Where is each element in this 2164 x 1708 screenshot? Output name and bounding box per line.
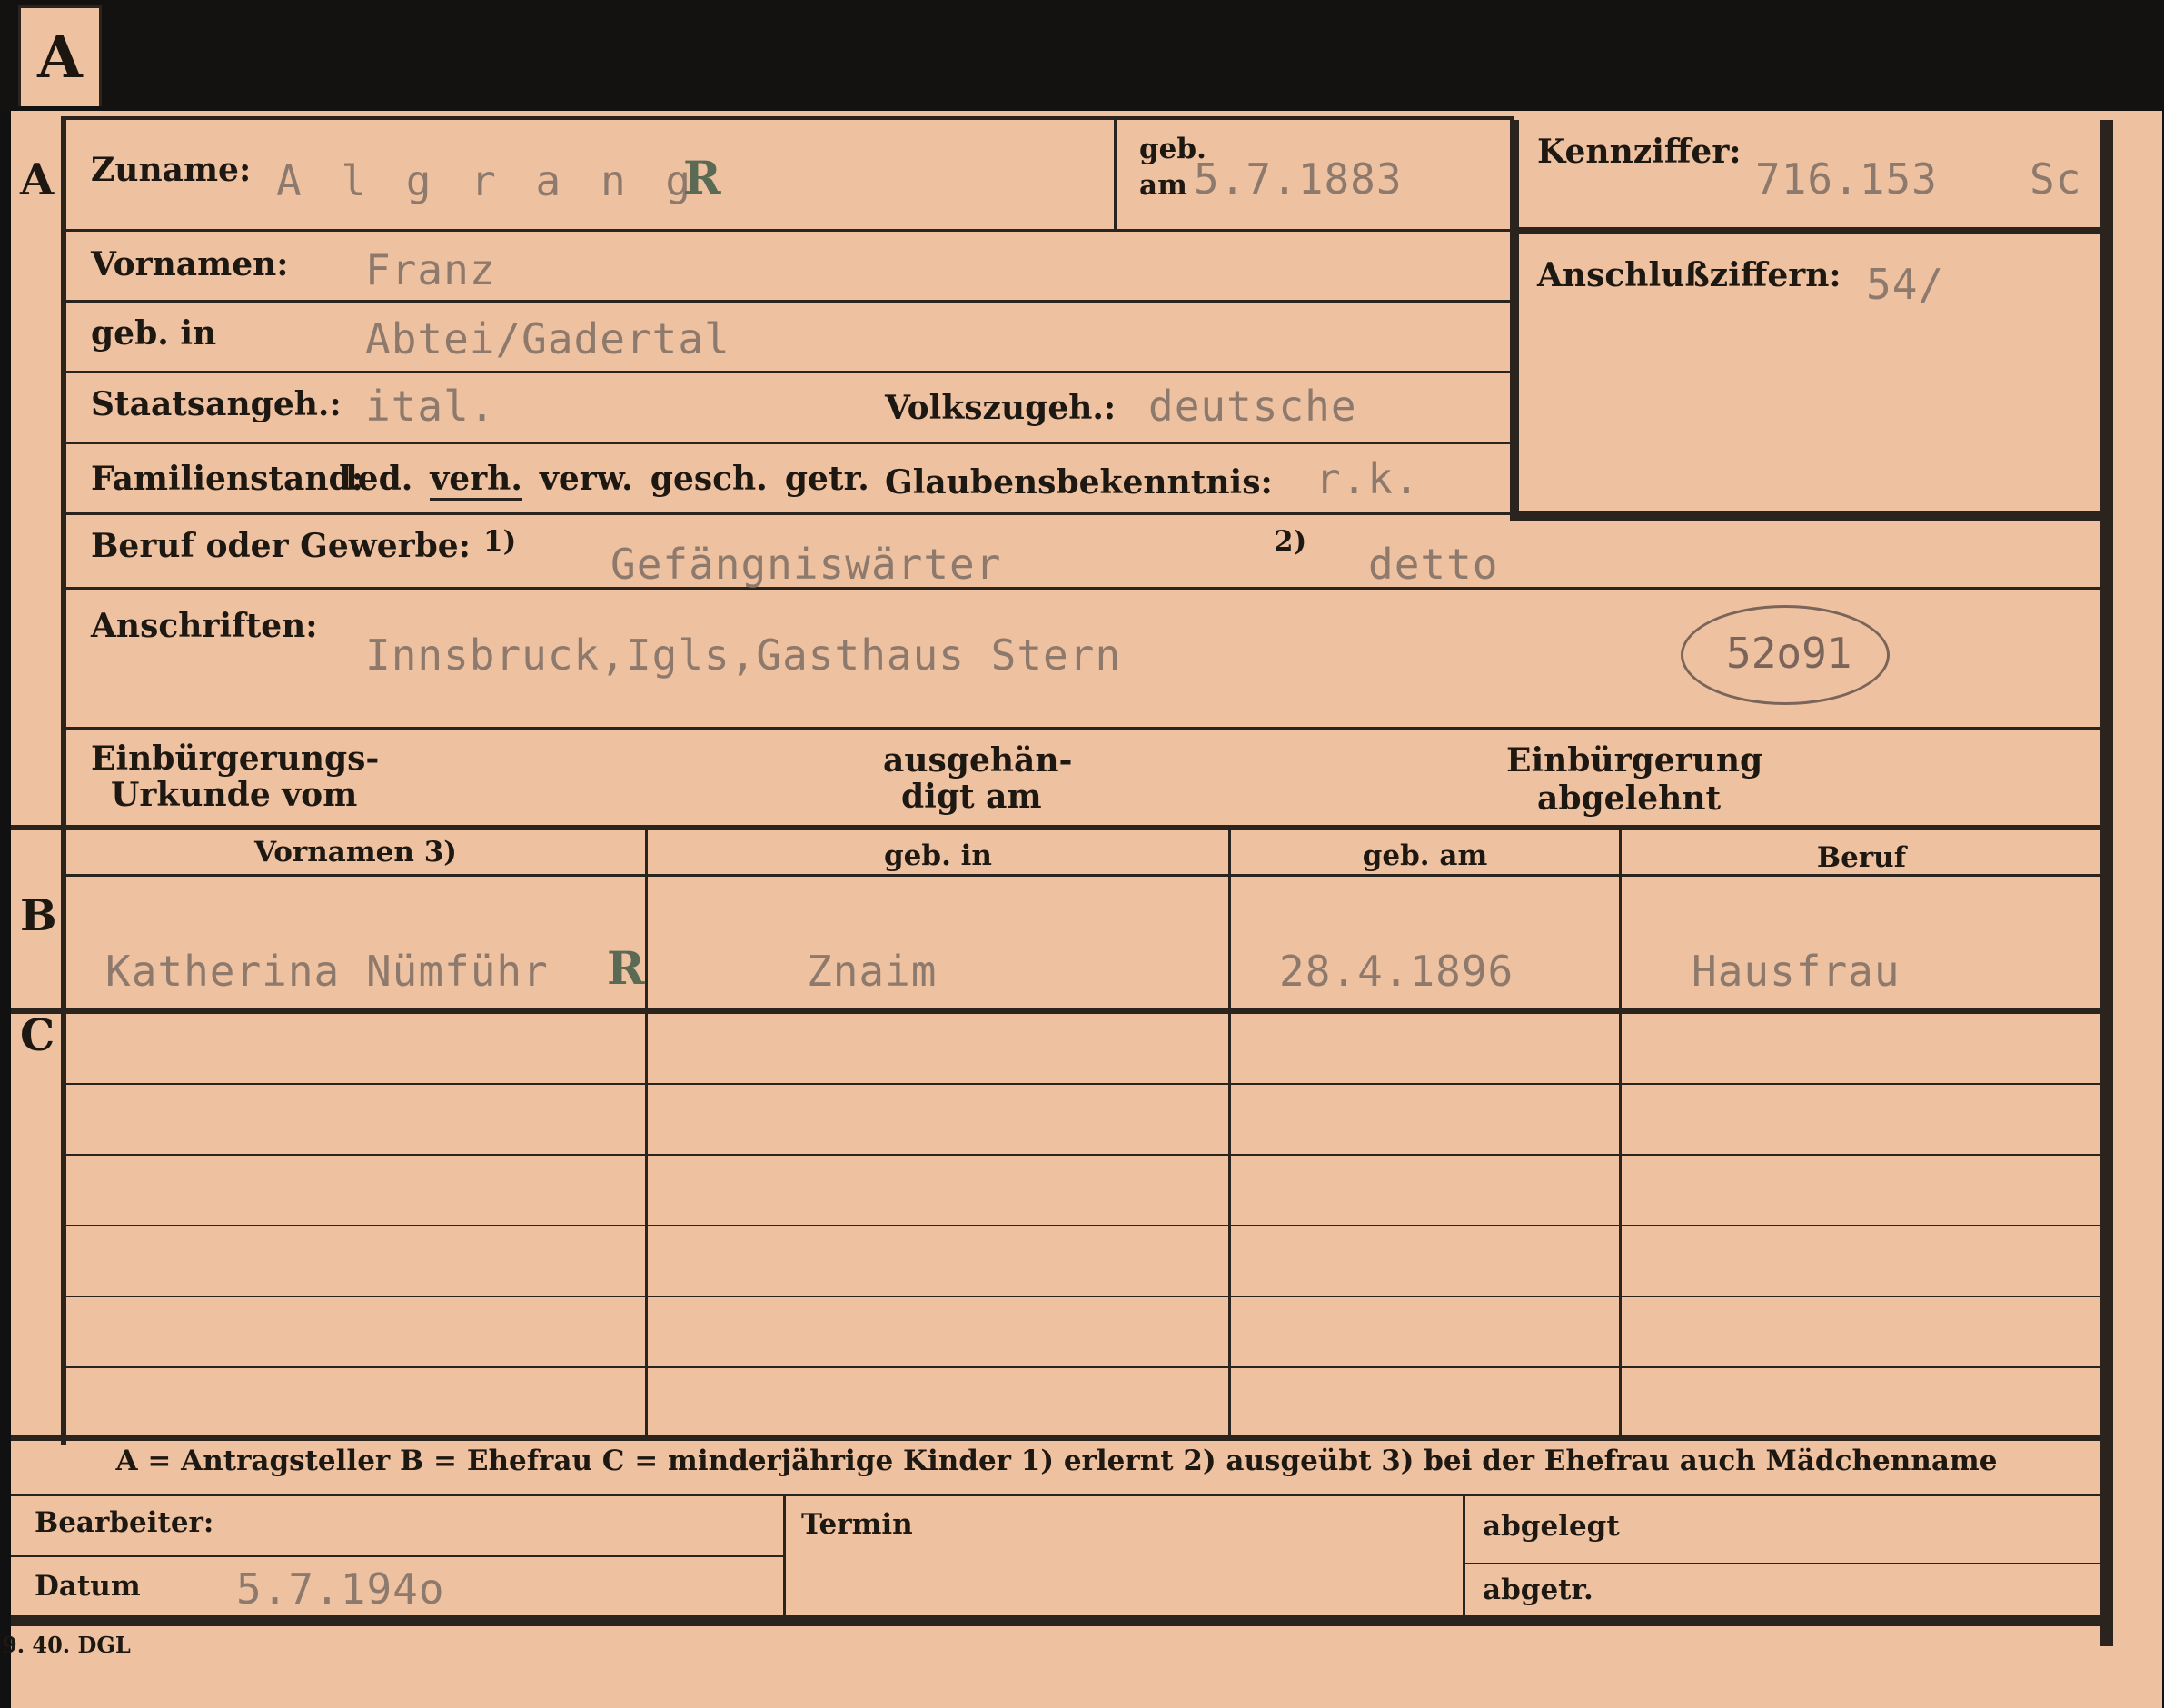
bearbeiter-label: Bearbeiter: [35,1506,214,1539]
familienstand-option-led: led. [345,460,413,498]
kennziffer-box-left [1510,120,1519,520]
registration-card: A B C Zuname: A l g r a n g R geb. am 5.… [2,111,2162,1708]
r-mark-icon: R [607,941,645,995]
familienstand-option-verh: verh. [430,460,522,501]
familienstand-option-gesch: gesch. [650,460,768,498]
c-row-rule [66,1296,2101,1297]
b-header-geb-am: geb. am [1362,839,1488,872]
row-rule [66,727,2101,730]
b-header-beruf: Beruf [1816,841,1907,874]
row-rule [66,300,1511,303]
zuname-divider [1114,120,1117,229]
glaubensbekenntnis-value: r.k. [1315,454,1420,503]
einbuergerung-abgelehnt-label-2: abgelehnt [1537,780,1722,818]
geb-in-value: Abtei/Gadertal [365,314,730,363]
abgetr-label: abgetr. [1483,1574,1593,1606]
datum-label: Datum [35,1570,141,1603]
ausgehaendigt-label-1: ausgehän- [883,741,1073,780]
r-mark-icon: R [683,151,721,204]
geb-in-label: geb. in [91,314,217,353]
b-header-rule [66,874,2101,877]
b-header-geb-in: geb. in [884,839,992,872]
beruf-value-2: detto [1368,540,1499,589]
termin-label: Termin [801,1508,913,1541]
vornamen-value: Franz [365,245,496,294]
dark-background [0,0,2164,113]
beruf-note-1: 1) [483,525,517,558]
column-rule [1228,829,1231,1437]
kennziffer-box-mid [1510,227,2109,234]
datum-value: 5.7.194o [236,1564,445,1614]
beruf-label: Beruf oder Gewerbe: [91,527,471,565]
row-rule [66,229,1511,232]
kennziffer-box-bottom [1510,511,2109,521]
kennziffer-value: 716.153 [1755,154,1938,204]
legend: A = Antragsteller B = Ehefrau C = minder… [115,1445,1998,1477]
familienstand-options: led. verh. verw. gesch. getr. [345,460,869,501]
c-row-rule [66,1154,2101,1156]
row-rule [66,587,2101,590]
familienstand-option-verw: verw. [539,460,633,498]
anschriften-label: Anschriften: [91,607,318,645]
beruf-value-1: Gefängniswärter [610,540,1002,589]
zuname-label: Zuname: [91,151,252,189]
kennziffer-label: Kennziffer: [1537,133,1742,171]
anschlussziffern-value: 54/ [1866,260,1945,309]
footer-rule [1464,1563,2102,1564]
c-row-rule [66,1083,2101,1085]
b-header-vornamen: Vornamen 3) [254,836,457,869]
print-code: 9. 40. DGL [2,1632,131,1658]
footer-bottom-rule [11,1615,2113,1626]
column-rule [645,829,648,1437]
einbuergerung-abgelehnt-label-1: Einbürgerung [1506,741,1763,780]
b-geb-am-value: 28.4.1896 [1279,947,1514,996]
beruf-note-2: 2) [1274,525,1307,558]
b-beruf-value: Hausfrau [1692,947,1901,996]
row-rule [66,442,1511,444]
anschriften-value: Innsbruck,Igls,Gasthaus Stern [365,631,1122,680]
stamp-number: 52o91 [1726,629,1852,678]
staatsangeh-value: ital. [365,382,496,431]
einbuergerungs-urkunde-label-1: Einbürgerungs- [91,740,380,778]
b-vornamen-value: Katherina Nümführ [105,947,549,996]
top-rule [61,116,1514,120]
einbuergerungs-urkunde-label-2: Urkunde vom [111,776,358,814]
legend-top-rule [11,1435,2102,1441]
zuname-value: A l g r a n g [276,156,699,205]
c-row-rule [66,1366,2101,1368]
staatsangeh-label: Staatsangeh.: [91,385,342,423]
left-rule [61,118,66,1445]
vornamen-label: Vornamen: [91,245,289,283]
row-rule [66,512,1511,515]
familienstand-label: Familienstand: [91,460,363,498]
c-row-rule [66,1225,2101,1226]
ausgehaendigt-label-2: digt am [901,778,1042,816]
familienstand-option-getr: getr. [784,460,869,498]
section-b-marker: B [20,890,57,941]
index-tab: A [18,5,102,106]
column-rule [1619,829,1622,1437]
right-rule [2100,120,2113,1646]
glaubensbekenntnis-label: Glaubensbekenntnis: [885,463,1273,501]
section-c-marker: C [20,1010,55,1061]
b-geb-in-value: Znaim [807,947,938,996]
abgelegt-label: abgelegt [1483,1510,1620,1543]
section-b-rule [11,825,2102,830]
geb-am-label-2: am [1139,169,1187,202]
footer-rule [11,1555,785,1557]
volkszugeh-value: deutsche [1148,382,1357,431]
section-c-rule [11,1008,2102,1014]
anschlussziffern-label: Anschlußziffern: [1537,256,1841,294]
volkszugeh-label: Volkszugeh.: [885,389,1117,427]
legend-bottom-rule [11,1494,2102,1496]
index-tab-letter: A [37,23,83,92]
geb-am-value: 5.7.1883 [1194,154,1403,204]
footer-divider [1463,1495,1465,1617]
row-rule [66,371,1511,373]
kennziffer-suffix: Sc [2030,154,2082,204]
section-a-marker: A [20,154,55,205]
